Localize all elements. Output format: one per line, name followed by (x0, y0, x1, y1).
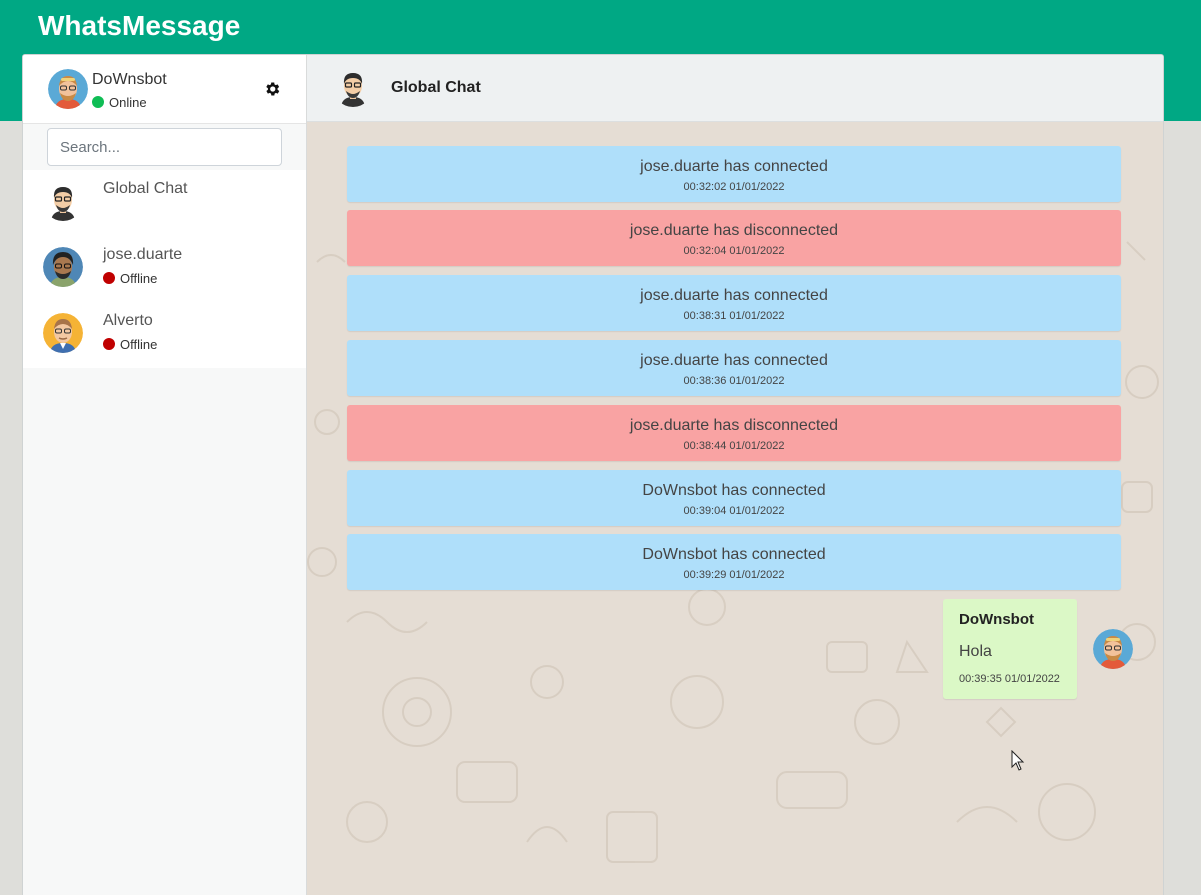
disconnection-notice: jose.duarte has disconnected 00:32:04 01… (347, 210, 1121, 266)
notice-text: jose.duarte has connected (640, 287, 828, 304)
message-text: Hola (959, 643, 992, 660)
notice-time: 00:32:04 01/01/2022 (683, 245, 785, 257)
online-status-dot (92, 96, 104, 108)
chat-panel: Global Chat jose.duarte has connected 00… (307, 55, 1163, 895)
contact-global-chat[interactable]: Global Chat (23, 170, 306, 236)
app-title: WhatsMessage (38, 10, 241, 41)
app-window: DoWnsbot Online Search... Global Chat jo… (22, 54, 1164, 895)
notice-time: 00:38:31 01/01/2022 (683, 310, 785, 322)
connection-notice: DoWnsbot has connected 00:39:29 01/01/20… (347, 534, 1121, 590)
sidebar: DoWnsbot Online Search... Global Chat jo… (23, 55, 307, 895)
gear-icon[interactable] (263, 80, 281, 98)
user-status-label: Online (109, 95, 147, 110)
notice-time: 00:32:02 01/01/2022 (683, 181, 785, 193)
user-name: DoWnsbot (92, 71, 167, 88)
offline-status-dot (103, 272, 115, 284)
jose-duarte-avatar (43, 247, 83, 287)
contact-name: Alverto (103, 312, 153, 329)
user-profile: DoWnsbot Online (23, 55, 306, 124)
contact-list: Global Chat jose.duarte Offline Alverto … (23, 170, 306, 368)
disconnection-notice: jose.duarte has disconnected 00:38:44 01… (347, 405, 1121, 461)
contact-jose-duarte[interactable]: jose.duarte Offline (23, 236, 306, 302)
message-sender-avatar (1093, 629, 1133, 669)
notice-text: jose.duarte has disconnected (629, 222, 839, 239)
global-chat-avatar (43, 181, 83, 221)
connection-notice: DoWnsbot has connected 00:39:04 01/01/20… (347, 470, 1121, 526)
notice-time: 00:39:29 01/01/2022 (683, 569, 785, 581)
chat-header: Global Chat (307, 55, 1163, 122)
connection-notice: jose.duarte has connected 00:38:36 01/01… (347, 340, 1121, 396)
contact-status-label: Offline (120, 271, 158, 286)
search-bar (23, 124, 306, 170)
mouse-pointer-icon (1011, 750, 1025, 771)
user-avatar (48, 69, 88, 109)
message-area[interactable]: jose.duarte has connected 00:32:02 01/01… (307, 122, 1163, 895)
notice-time: 00:38:44 01/01/2022 (683, 440, 785, 452)
notice-text: DoWnsbot has connected (642, 482, 826, 499)
notice-time: 00:38:36 01/01/2022 (683, 375, 785, 387)
contact-name: jose.duarte (103, 246, 183, 263)
contact-status: Offline (103, 271, 157, 286)
offline-status-dot (103, 338, 115, 350)
own-message-bubble: DoWnsbot Hola 00:39:35 01/01/2022 (943, 599, 1077, 699)
contact-name: Global Chat (103, 180, 188, 197)
chat-title: Global Chat (391, 79, 481, 96)
notice-text: jose.duarte has disconnected (629, 417, 839, 434)
message-author: DoWnsbot (959, 611, 1034, 628)
contact-status: Offline (103, 337, 157, 352)
contact-status-label: Offline (120, 337, 158, 352)
alverto-avatar (43, 313, 83, 353)
notice-text: jose.duarte has connected (640, 352, 828, 369)
user-status: Online (92, 95, 147, 110)
notice-time: 00:39:04 01/01/2022 (683, 505, 785, 517)
connection-notice: jose.duarte has connected 00:32:02 01/01… (347, 146, 1121, 202)
notice-text: DoWnsbot has connected (642, 546, 826, 563)
chat-avatar (333, 67, 373, 107)
message-time: 00:39:35 01/01/2022 (959, 673, 1060, 685)
notice-text: jose.duarte has connected (640, 158, 828, 175)
connection-notice: jose.duarte has connected 00:38:31 01/01… (347, 275, 1121, 331)
contact-alverto[interactable]: Alverto Offline (23, 302, 306, 368)
search-input[interactable] (47, 128, 282, 166)
